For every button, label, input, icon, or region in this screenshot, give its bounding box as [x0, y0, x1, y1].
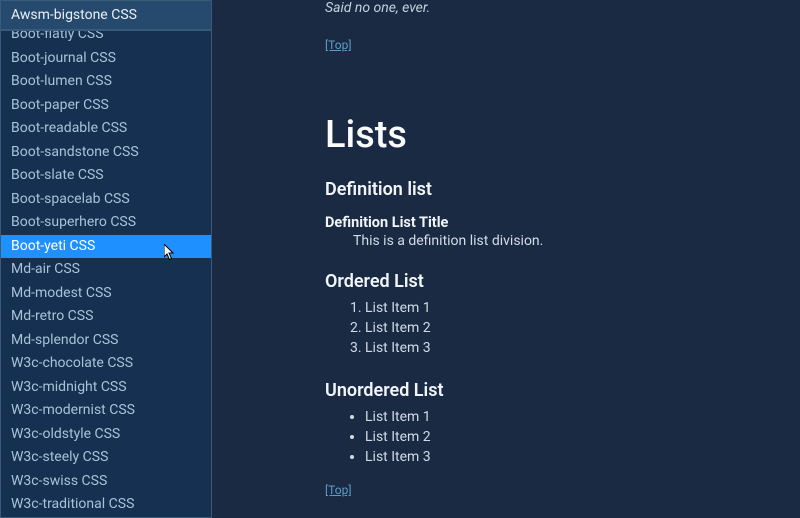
- list-item: List Item 3: [365, 338, 780, 358]
- list-item: List Item 3: [365, 447, 780, 467]
- list-item: List Item 2: [365, 427, 780, 447]
- quote-text: Said no one, ever.: [325, 0, 780, 16]
- ordered-list-heading: Ordered List: [325, 271, 780, 292]
- dropdown-item[interactable]: Md-retro CSS: [1, 305, 211, 329]
- dropdown-item[interactable]: W3c-steely CSS: [1, 446, 211, 470]
- unordered-list-heading: Unordered List: [325, 380, 780, 401]
- dropdown-item[interactable]: W3c-swiss CSS: [1, 470, 211, 494]
- ordered-list: List Item 1List Item 2List Item 3: [365, 298, 780, 358]
- list-item: List Item 1: [365, 298, 780, 318]
- dropdown-item[interactable]: Boot-superhero CSS: [1, 211, 211, 235]
- dropdown-selected[interactable]: Awsm-bigstone CSS: [0, 0, 212, 30]
- definition-list-title: Definition List Title: [325, 214, 780, 231]
- dropdown-item[interactable]: W3c-traditional CSS: [1, 493, 211, 517]
- list-item: List Item 2: [365, 318, 780, 338]
- definition-list-desc: This is a definition list division.: [353, 233, 780, 249]
- unordered-list: List Item 1List Item 2List Item 3: [365, 407, 780, 467]
- top-link[interactable]: [Top]: [325, 38, 352, 52]
- dropdown-item[interactable]: Md-splendor CSS: [1, 329, 211, 353]
- dropdown-item[interactable]: W3c-oldstyle CSS: [1, 423, 211, 447]
- dropdown-item[interactable]: Boot-sandstone CSS: [1, 141, 211, 165]
- dropdown-item[interactable]: W3c-modernist CSS: [1, 399, 211, 423]
- definition-list-heading: Definition list: [325, 179, 780, 200]
- dropdown-item[interactable]: Boot-paper CSS: [1, 94, 211, 118]
- dropdown-item[interactable]: W3c-chocolate CSS: [1, 352, 211, 376]
- top-link[interactable]: [Top]: [325, 483, 352, 497]
- dropdown-item[interactable]: W3c-midnight CSS: [1, 376, 211, 400]
- dropdown-item[interactable]: Boot-yeti CSS: [1, 235, 211, 259]
- dropdown-item[interactable]: Md-modest CSS: [1, 282, 211, 306]
- css-theme-dropdown[interactable]: Awsm-bigstone CSS Boot-flatly CSSBoot-jo…: [0, 0, 212, 518]
- dropdown-item[interactable]: Boot-flatly CSS: [1, 30, 211, 47]
- dropdown-item[interactable]: Boot-journal CSS: [1, 47, 211, 71]
- dropdown-item[interactable]: Boot-slate CSS: [1, 164, 211, 188]
- list-item: List Item 1: [365, 407, 780, 427]
- dropdown-list[interactable]: Boot-flatly CSSBoot-journal CSSBoot-lume…: [0, 30, 212, 518]
- dropdown-item[interactable]: Md-air CSS: [1, 258, 211, 282]
- dropdown-item[interactable]: Boot-spacelab CSS: [1, 188, 211, 212]
- page-content: Said no one, ever. [Top] Lists Definitio…: [325, 0, 780, 498]
- dropdown-item[interactable]: Boot-readable CSS: [1, 117, 211, 141]
- dropdown-item[interactable]: Boot-lumen CSS: [1, 70, 211, 94]
- lists-heading: Lists: [325, 113, 780, 157]
